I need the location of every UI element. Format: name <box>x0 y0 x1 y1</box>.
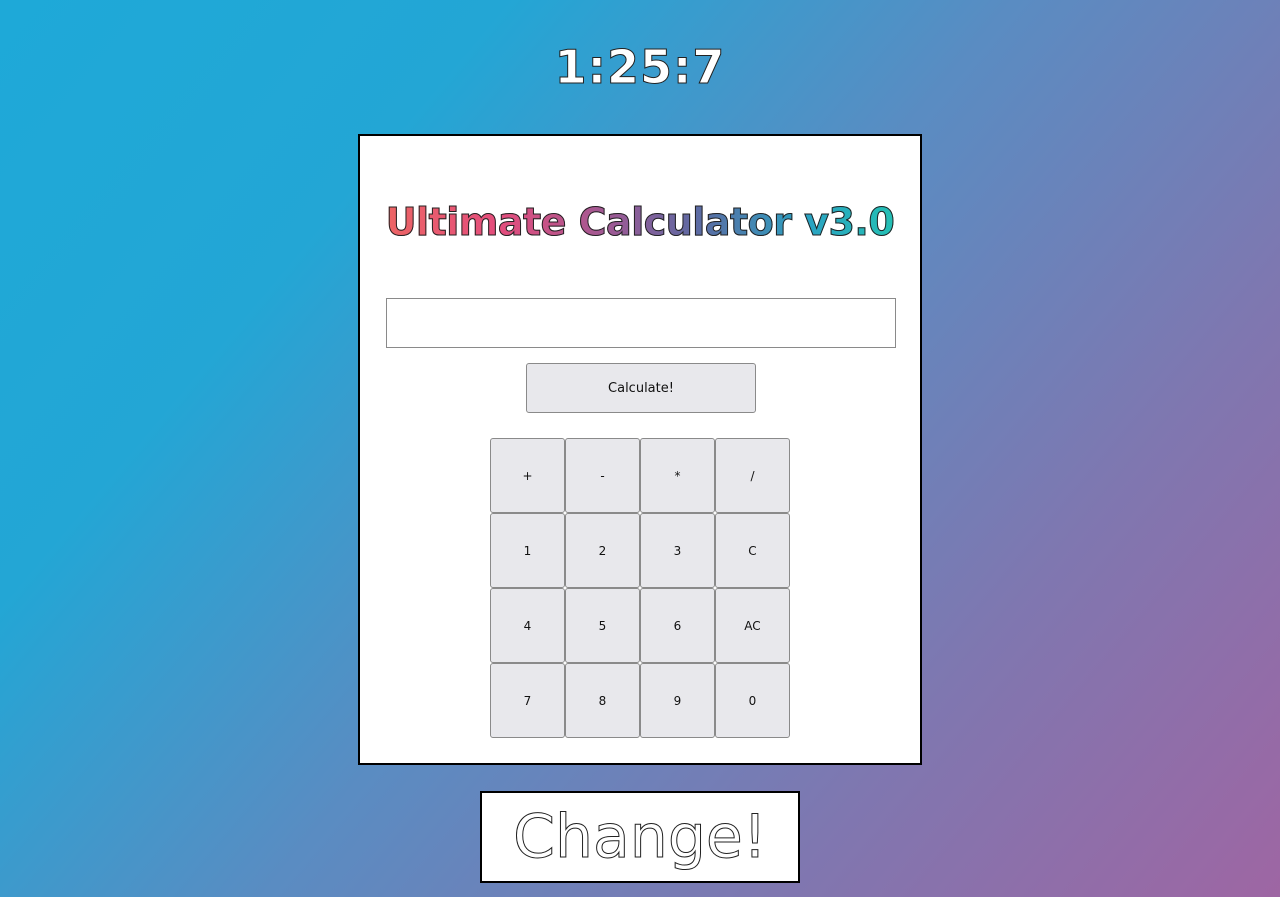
key-4[interactable]: 4 <box>490 588 565 663</box>
clock-display: 1:25:7 <box>554 40 726 95</box>
key-9[interactable]: 9 <box>640 663 715 738</box>
keypad: + - * / 1 2 3 C 4 5 6 AC 7 8 9 0 <box>490 438 790 738</box>
calculate-button[interactable]: Calculate! <box>526 363 756 413</box>
expression-input[interactable] <box>386 298 896 348</box>
change-button[interactable]: Change! <box>480 791 800 883</box>
key-2[interactable]: 2 <box>565 513 640 588</box>
key-7[interactable]: 7 <box>490 663 565 738</box>
key-6[interactable]: 6 <box>640 588 715 663</box>
key-clear[interactable]: C <box>715 513 790 588</box>
key-8[interactable]: 8 <box>565 663 640 738</box>
key-minus[interactable]: - <box>565 438 640 513</box>
key-5[interactable]: 5 <box>565 588 640 663</box>
calculator-title: Ultimate Calculator v3.0 <box>360 200 920 245</box>
key-3[interactable]: 3 <box>640 513 715 588</box>
calculator-card: Ultimate Calculator v3.0 Calculate! + - … <box>358 134 922 765</box>
key-1[interactable]: 1 <box>490 513 565 588</box>
key-multiply[interactable]: * <box>640 438 715 513</box>
key-all-clear[interactable]: AC <box>715 588 790 663</box>
key-plus[interactable]: + <box>490 438 565 513</box>
key-0[interactable]: 0 <box>715 663 790 738</box>
key-divide[interactable]: / <box>715 438 790 513</box>
